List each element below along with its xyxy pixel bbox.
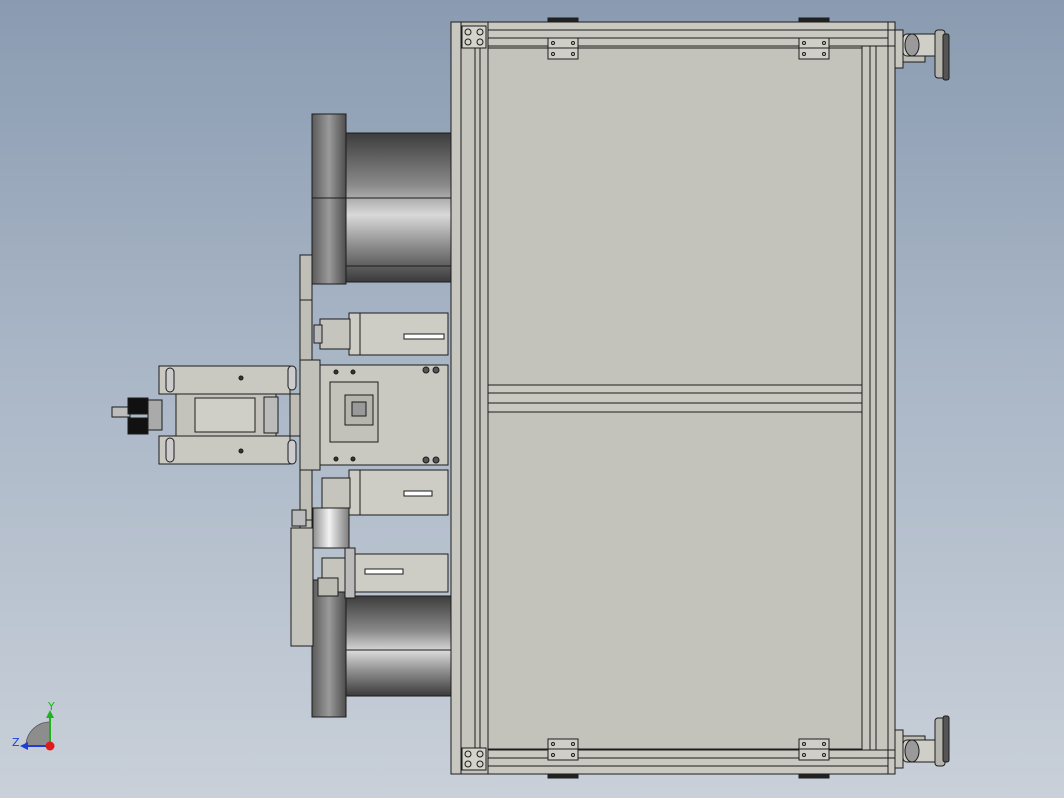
- triad-y-label: Y: [47, 700, 55, 713]
- upper-drum-body: [344, 132, 452, 283]
- upper-drum: [311, 113, 452, 285]
- x-axis-point: [45, 741, 55, 751]
- corner-connector-bottom: [461, 747, 487, 771]
- hinge-bottom-left: [547, 738, 579, 761]
- triad-z-label: Z: [12, 736, 20, 749]
- coordinate-triad: Y Z: [12, 700, 55, 751]
- central-block: [317, 364, 449, 466]
- nozzle-tips: [111, 397, 163, 435]
- lower-drum-flange: [311, 579, 347, 718]
- corner-connector-top: [461, 25, 487, 49]
- caster-top: [894, 29, 950, 81]
- cad-viewport[interactable]: Y Z: [0, 0, 1064, 798]
- upper-drum-flange: [311, 113, 347, 285]
- frame-middle-rail: [487, 384, 863, 413]
- mechanism: [111, 254, 449, 647]
- lower-cylinder: [317, 547, 449, 599]
- frame-right-post: [861, 45, 889, 751]
- hinge-top-left: [547, 37, 579, 60]
- caster-bottom: [894, 715, 950, 769]
- lower-drum: [311, 579, 452, 718]
- frame-left-post: [450, 21, 462, 775]
- frame-panel-upper: [487, 47, 863, 386]
- hinge-bottom-right: [798, 738, 830, 761]
- upper-motor: [313, 312, 449, 356]
- main-frame: [450, 17, 896, 779]
- frame-panel-lower: [487, 411, 863, 750]
- hinge-top-right: [798, 37, 830, 60]
- lower-drum-body: [344, 595, 452, 697]
- gripper-assembly: [158, 359, 321, 471]
